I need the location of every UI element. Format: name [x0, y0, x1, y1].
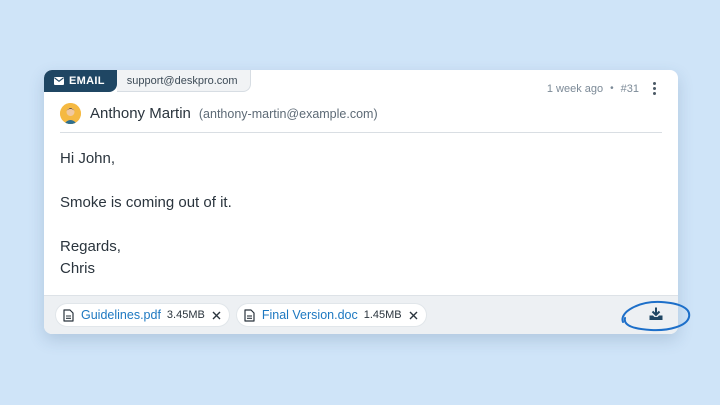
close-icon[interactable]: [409, 311, 418, 320]
body-line: Smoke is coming out of it.: [60, 194, 232, 211]
message-body: Hi John, Smoke is coming out of it. Rega…: [60, 148, 232, 280]
body-line: Regards,: [60, 238, 121, 255]
body-line: Hi John,: [60, 150, 116, 167]
channel-badge: EMAIL: [44, 70, 117, 92]
download-button[interactable]: [648, 306, 668, 326]
body-line: Chris: [60, 260, 96, 277]
file-icon: [63, 308, 74, 322]
channel-label: EMAIL: [69, 75, 105, 87]
file-icon: [244, 308, 255, 322]
message-number: #31: [620, 82, 639, 95]
download-icon: [649, 307, 663, 320]
time-ago: 1 week ago: [546, 82, 604, 95]
message-card: EMAIL support@deskpro.com 1 week ago • #…: [44, 70, 678, 334]
envelope-icon: [54, 77, 64, 85]
more-vertical-icon[interactable]: [653, 82, 656, 95]
attachment-chip[interactable]: Final Version.doc 1.45MB: [236, 304, 426, 326]
attachment-size: 1.45MB: [363, 309, 402, 321]
channel-tabs: EMAIL support@deskpro.com: [44, 70, 251, 92]
author: Anthony Martin (anthony-martin@example.c…: [60, 103, 378, 124]
attachment-name[interactable]: Final Version.doc: [262, 308, 358, 322]
divider: [60, 132, 662, 133]
attachment-chip[interactable]: Guidelines.pdf 3.45MB: [56, 304, 229, 326]
attachment-name[interactable]: Guidelines.pdf: [81, 308, 161, 322]
close-icon[interactable]: [212, 311, 221, 320]
message-meta: 1 week ago • #31: [547, 82, 656, 95]
download-area: [617, 298, 692, 334]
meta-separator: •: [610, 83, 614, 94]
channel-address: support@deskpro.com: [116, 70, 251, 92]
author-email: (anthony-martin@example.com): [198, 106, 378, 121]
attachment-size: 3.45MB: [166, 309, 205, 321]
avatar: [60, 103, 81, 124]
attachments-bar: Guidelines.pdf 3.45MB Final Version.doc …: [44, 295, 678, 334]
author-name: Anthony Martin: [90, 105, 191, 122]
